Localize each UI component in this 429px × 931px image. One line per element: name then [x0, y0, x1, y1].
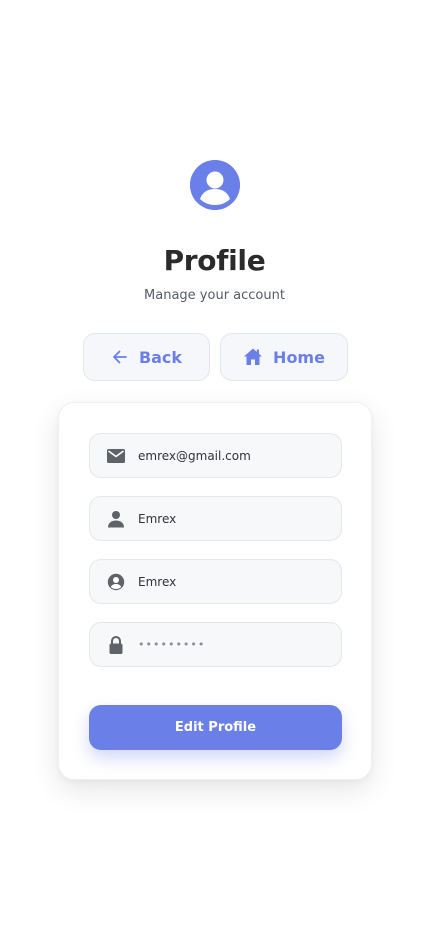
lock-icon	[106, 635, 126, 655]
edit-profile-button[interactable]: Edit Profile	[89, 705, 342, 750]
password-value: •••••••••	[138, 638, 206, 651]
page-subtitle: Manage your account	[144, 288, 285, 303]
avatar-icon	[190, 160, 240, 210]
profile-page: Profile Manage your account Back Home em…	[0, 0, 429, 931]
home-button[interactable]: Home	[220, 333, 348, 381]
person-icon	[106, 509, 126, 529]
name-value: Emrex	[138, 511, 177, 526]
profile-card: emrex@gmail.com Emrex Emrex ••••••••• Ed…	[58, 402, 372, 780]
password-field[interactable]: •••••••••	[89, 622, 342, 667]
account-circle-icon	[106, 572, 126, 592]
home-icon	[243, 347, 263, 367]
username-field[interactable]: Emrex	[89, 559, 342, 604]
email-field[interactable]: emrex@gmail.com	[89, 433, 342, 478]
home-button-label: Home	[273, 347, 325, 367]
name-field[interactable]: Emrex	[89, 496, 342, 541]
back-button[interactable]: Back	[83, 333, 210, 381]
back-button-label: Back	[138, 347, 183, 367]
arrow-left-icon	[111, 348, 129, 366]
page-title: Profile	[163, 244, 266, 277]
username-value: Emrex	[138, 574, 177, 589]
email-value: emrex@gmail.com	[138, 448, 251, 463]
mail-icon	[106, 446, 126, 466]
